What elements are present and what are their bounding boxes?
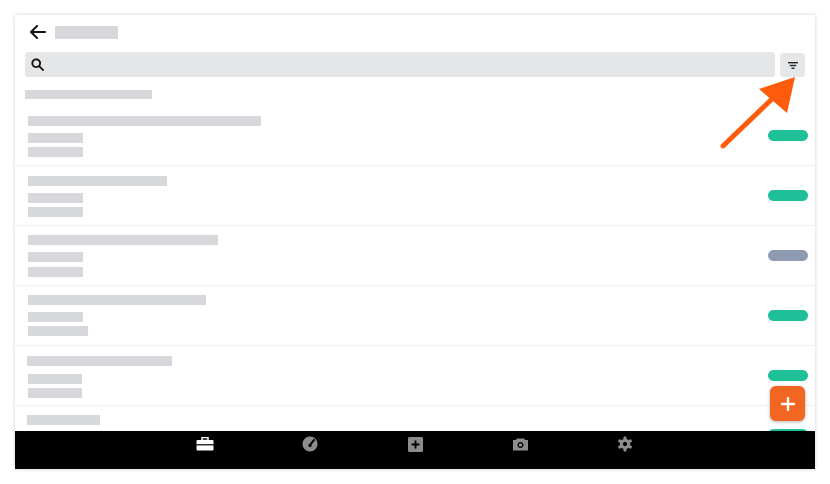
- nav-item-projects[interactable]: [188, 431, 222, 457]
- item-subtitle-placeholder: [28, 193, 83, 203]
- status-badge: [768, 310, 808, 321]
- item-title-placeholder: [27, 415, 100, 425]
- item-subtitle-placeholder: [28, 374, 82, 384]
- status-badge: [768, 190, 808, 201]
- back-button[interactable]: [26, 23, 50, 41]
- status-badge: [768, 130, 808, 141]
- status-badge: [768, 250, 808, 261]
- filter-button[interactable]: [780, 53, 805, 77]
- add-button[interactable]: [770, 386, 805, 421]
- speedometer-icon: [302, 436, 318, 452]
- list-item[interactable]: [15, 105, 815, 166]
- item-subtitle-placeholder: [28, 207, 83, 217]
- item-subtitle-placeholder: [28, 312, 83, 322]
- search-input[interactable]: [51, 52, 767, 77]
- page-title-placeholder: [55, 26, 118, 39]
- item-title-placeholder: [27, 356, 172, 366]
- add-box-icon: [407, 436, 423, 452]
- item-subtitle-placeholder: [28, 388, 82, 398]
- item-subtitle-placeholder: [28, 326, 88, 336]
- gear-icon: [618, 436, 632, 452]
- item-subtitle-placeholder: [28, 267, 83, 277]
- item-title-placeholder: [28, 295, 206, 305]
- nav-item-dashboard[interactable]: [293, 431, 327, 457]
- item-subtitle-placeholder: [28, 252, 83, 262]
- briefcase-icon: [196, 437, 214, 451]
- item-title-placeholder: [28, 235, 218, 245]
- search-icon: [31, 58, 44, 71]
- item-subtitle-placeholder: [28, 133, 83, 143]
- section-header-placeholder: [25, 90, 152, 99]
- filter-icon: [787, 61, 798, 69]
- bottom-navigation: [15, 431, 815, 469]
- list-item[interactable]: [15, 285, 815, 346]
- arrow-left-icon: [30, 25, 46, 39]
- nav-item-create[interactable]: [398, 431, 432, 457]
- app-screen: [15, 15, 815, 469]
- plus-icon: [780, 396, 795, 411]
- list-item[interactable]: [15, 345, 815, 406]
- list-item[interactable]: [15, 225, 815, 286]
- search-bar[interactable]: [25, 52, 775, 77]
- nav-item-camera[interactable]: [503, 431, 537, 457]
- camera-icon: [512, 438, 528, 451]
- item-title-placeholder: [28, 176, 167, 186]
- status-badge: [768, 370, 808, 381]
- item-subtitle-placeholder: [28, 147, 83, 157]
- nav-item-settings[interactable]: [608, 431, 642, 457]
- item-title-placeholder: [28, 116, 261, 126]
- list-item[interactable]: [15, 165, 815, 226]
